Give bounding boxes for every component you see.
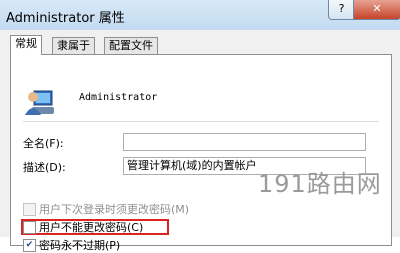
cannot-change-password-option[interactable]: 用户不能更改密码(C) xyxy=(23,220,144,235)
password-never-expires-checkbox[interactable]: ✔ xyxy=(23,238,36,252)
user-account-icon xyxy=(23,87,55,117)
tab-profile[interactable]: 配置文件 xyxy=(104,37,158,54)
password-never-expires-option[interactable]: ✔ 密码永不过期(P) xyxy=(23,238,121,253)
help-button[interactable]: ? xyxy=(328,0,355,20)
separator xyxy=(23,121,379,122)
must-change-password-label: 用户下次登录时须更改密码(M) xyxy=(39,203,190,216)
close-button[interactable]: ✕ xyxy=(353,0,400,20)
password-never-expires-label: 密码永不过期(P) xyxy=(39,239,121,252)
watermark: 191路由网 xyxy=(258,170,382,198)
cannot-change-password-checkbox[interactable] xyxy=(23,220,36,234)
fullname-field[interactable] xyxy=(123,133,366,151)
cannot-change-password-label: 用户不能更改密码(C) xyxy=(39,221,144,234)
fullname-label: 全名(F): xyxy=(23,137,64,150)
properties-dialog: 常规 隶属于 配置文件 Administrator 全名(F): 描述(D): … xyxy=(0,30,400,252)
general-tab-panel: Administrator 全名(F): 描述(D): 管理计算机(域)的内置帐… xyxy=(10,54,392,252)
must-change-password-option: 用户下次登录时须更改密码(M) xyxy=(23,202,190,217)
username: Administrator xyxy=(79,92,158,103)
tab-general[interactable]: 常规 xyxy=(10,35,42,55)
description-label: 描述(D): xyxy=(23,161,66,174)
window-title: Administrator 属性 xyxy=(6,11,125,26)
tab-member-of[interactable]: 隶属于 xyxy=(52,37,95,54)
title-bar: Administrator 属性 ? ✕ xyxy=(0,0,400,30)
must-change-password-checkbox xyxy=(23,202,36,216)
